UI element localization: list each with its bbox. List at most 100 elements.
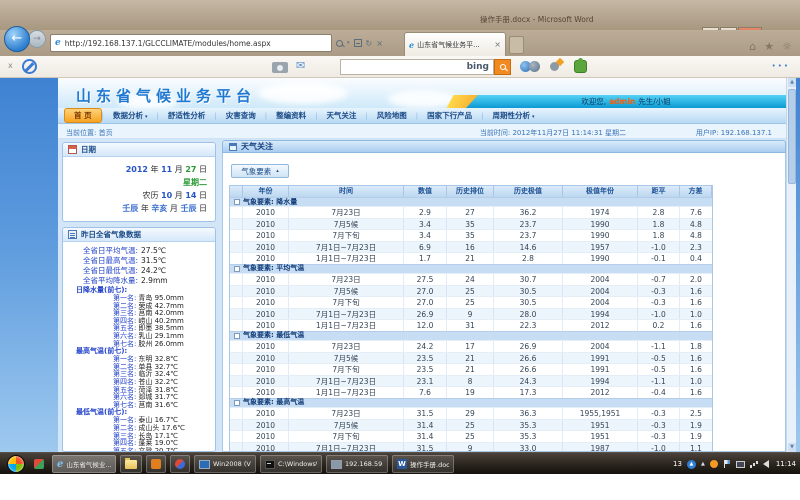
table-row[interactable]: 20107月下旬3.43523.719901.84.8 [230, 229, 712, 241]
table-row[interactable]: 20107月23日27.52430.72004-0.72.0 [230, 273, 712, 285]
favorites-star-icon[interactable]: ★ [764, 40, 774, 53]
nav-item-1[interactable]: 首 页 [64, 108, 102, 123]
nav-item-9[interactable]: 周期性分析▾ [484, 109, 544, 122]
table-cell: 1990 [563, 253, 638, 264]
mail-icon[interactable]: ✉ [296, 59, 305, 72]
table-cell: 1.6 [680, 297, 712, 308]
table-row[interactable]: 20107月1日~7月23日6.91614.61957-1.02.3 [230, 241, 712, 253]
table-group-row[interactable]: 气象要素: 平均气温 [230, 264, 712, 273]
nav-item-7[interactable]: 风险地图 [368, 109, 416, 122]
taskbar-button-ie[interactable]: e山东省气候业... [52, 455, 116, 473]
table-row[interactable]: 20101月1日~7月23日1.7212.81990-0.10.4 [230, 252, 712, 264]
table-row[interactable]: 20107月5候3.43523.719901.84.8 [230, 218, 712, 230]
search-dropdown-icon[interactable]: ▾ [347, 40, 350, 46]
action-center-flag-icon[interactable] [723, 460, 731, 468]
checkbox[interactable] [234, 333, 240, 339]
table-cell: 22.3 [494, 320, 563, 331]
table-row[interactable]: 20107月23日2.92736.219742.87.6 [230, 206, 712, 218]
element-filter-button[interactable]: 气象要素 ▴ [231, 164, 289, 178]
new-tab-button[interactable] [509, 36, 524, 54]
window-panel-icon [229, 143, 237, 151]
table-row[interactable]: 20101月1日~7月23日12.03122.320120.21.6 [230, 319, 712, 331]
table-cell: -0.3 [638, 431, 680, 442]
bing-search-input[interactable]: bing [340, 59, 494, 75]
tray-expand-icon[interactable]: ▲ [701, 461, 705, 467]
table-cell: 14.6 [494, 242, 563, 253]
taskbar-button-folder[interactable] [120, 455, 142, 473]
toolbar-close-icon[interactable]: x [8, 61, 13, 70]
addon-puzzle-icon[interactable] [574, 60, 587, 73]
table-row[interactable]: 20101月1日~7月23日7.61917.32012-0.41.6 [230, 386, 712, 398]
page-scrollbar[interactable]: ▲ ▼ [786, 78, 796, 452]
taskbar-button-word[interactable]: W操作手册.docx ... [392, 455, 454, 473]
table-row[interactable]: 20107月1日~7月23日31.5933.01987-1.01.1 [230, 442, 712, 452]
highlight-icon[interactable] [550, 62, 559, 71]
scrollbar-up-icon[interactable]: ▲ [788, 78, 796, 87]
bing-search-button[interactable] [494, 59, 511, 75]
toolbar-overflow-icon[interactable]: ••• [772, 62, 790, 70]
table-row[interactable]: 20107月5候31.42535.31951-0.31.9 [230, 419, 712, 431]
speaker-icon[interactable] [763, 460, 769, 468]
taskbar-clock[interactable]: 11:14 [776, 460, 796, 468]
nav-item-5[interactable]: 整编资料 [267, 109, 315, 122]
nav-item-8[interactable]: 国家下行产品 [418, 109, 481, 122]
table-cell: 2010 [243, 387, 289, 398]
nav-item-3[interactable]: 舒适性分析 [159, 109, 215, 122]
tools-gear-icon[interactable]: ☼ [782, 40, 792, 53]
column-header: 数值 [404, 186, 447, 197]
table-row[interactable]: 20107月下旬31.42535.31951-0.31.9 [230, 430, 712, 442]
table-row[interactable]: 20107月下旬23.52126.61991-0.51.6 [230, 363, 712, 375]
checkbox[interactable] [234, 266, 240, 272]
compatibility-icon[interactable] [354, 39, 362, 47]
site-navbar: 首 页|数据分析▾|舒适性分析|灾害查询|整编资料|天气关注|风险地图|国家下行… [58, 108, 786, 124]
back-button[interactable]: ← [4, 26, 30, 52]
checkbox[interactable] [234, 400, 240, 406]
bottom-margin [0, 474, 800, 500]
tab-close-icon[interactable]: × [494, 40, 501, 49]
checkbox[interactable] [234, 199, 240, 205]
rank-item: 第四名:崂山 40.2mm [63, 316, 215, 324]
nav-item-2[interactable]: 数据分析▾ [104, 109, 157, 122]
refresh-icon[interactable]: ↻ [366, 39, 373, 48]
nav-item-4[interactable]: 灾害查询 [217, 109, 265, 122]
scrollbar-thumb[interactable] [788, 89, 796, 184]
table-row[interactable]: 20107月1日~7月23日26.9928.01994-1.01.0 [230, 308, 712, 320]
computer-icon[interactable] [736, 461, 745, 468]
home-icon[interactable]: ⌂ [749, 40, 756, 53]
stop-icon[interactable]: × [376, 39, 383, 48]
tray-orange-icon[interactable] [710, 460, 718, 468]
table-row[interactable]: 20107月23日24.21726.92004-1.11.8 [230, 340, 712, 352]
camera-icon[interactable] [272, 62, 288, 73]
nav-item-6[interactable]: 天气关注 [317, 109, 365, 122]
address-bar[interactable]: e http://192.168.137.1/GLCCLIMATE/module… [50, 34, 332, 52]
taskbar-button-rdp[interactable]: 192.168.59.99... [326, 455, 388, 473]
table-row[interactable]: 20107月23日31.52936.31955,1951-0.32.5 [230, 407, 712, 419]
taskbar-button-media[interactable] [170, 455, 190, 473]
table-cell: 25 [447, 420, 494, 431]
table-row[interactable]: 20107月1日~7月23日23.1824.31994-1.11.0 [230, 375, 712, 387]
table-cell: 9 [447, 443, 494, 452]
table-cell: 2010 [243, 253, 289, 264]
scrollbar-down-icon[interactable]: ▼ [788, 443, 796, 452]
table-row[interactable]: 20107月下旬27.02530.52004-0.31.6 [230, 296, 712, 308]
taskbar-button-cmd[interactable]: C:\Windows\s... [260, 455, 322, 473]
search-icon[interactable] [336, 40, 343, 47]
table-cell: 21 [447, 364, 494, 375]
browser-tab[interactable]: e 山东省气候业务平... × [404, 32, 506, 56]
forward-button[interactable]: → [28, 30, 46, 48]
binoculars-icon[interactable] [520, 61, 540, 73]
table-row[interactable]: 20107月5候23.52126.61991-0.51.6 [230, 352, 712, 364]
taskbar-button-monitor[interactable]: Win2008 (VS2... [194, 455, 256, 473]
taskbar-button-label: 操作手册.docx ... [410, 459, 449, 469]
table-group-row[interactable]: 气象要素: 最低气温 [230, 331, 712, 340]
tray-app-icon[interactable]: ▲ [687, 460, 696, 469]
quick-launch-icon[interactable] [34, 459, 44, 469]
taskbar-button-orange[interactable] [146, 455, 166, 473]
table-cell: 17 [447, 341, 494, 352]
table-cell: 1994 [563, 376, 638, 387]
start-button[interactable] [7, 455, 25, 473]
table-group-row[interactable]: 气象要素: 最高气温 [230, 398, 712, 407]
table-row[interactable]: 20107月5候27.02530.52004-0.31.6 [230, 285, 712, 297]
network-icon[interactable] [750, 461, 758, 468]
table-group-row[interactable]: 气象要素: 降水量 [230, 197, 712, 206]
